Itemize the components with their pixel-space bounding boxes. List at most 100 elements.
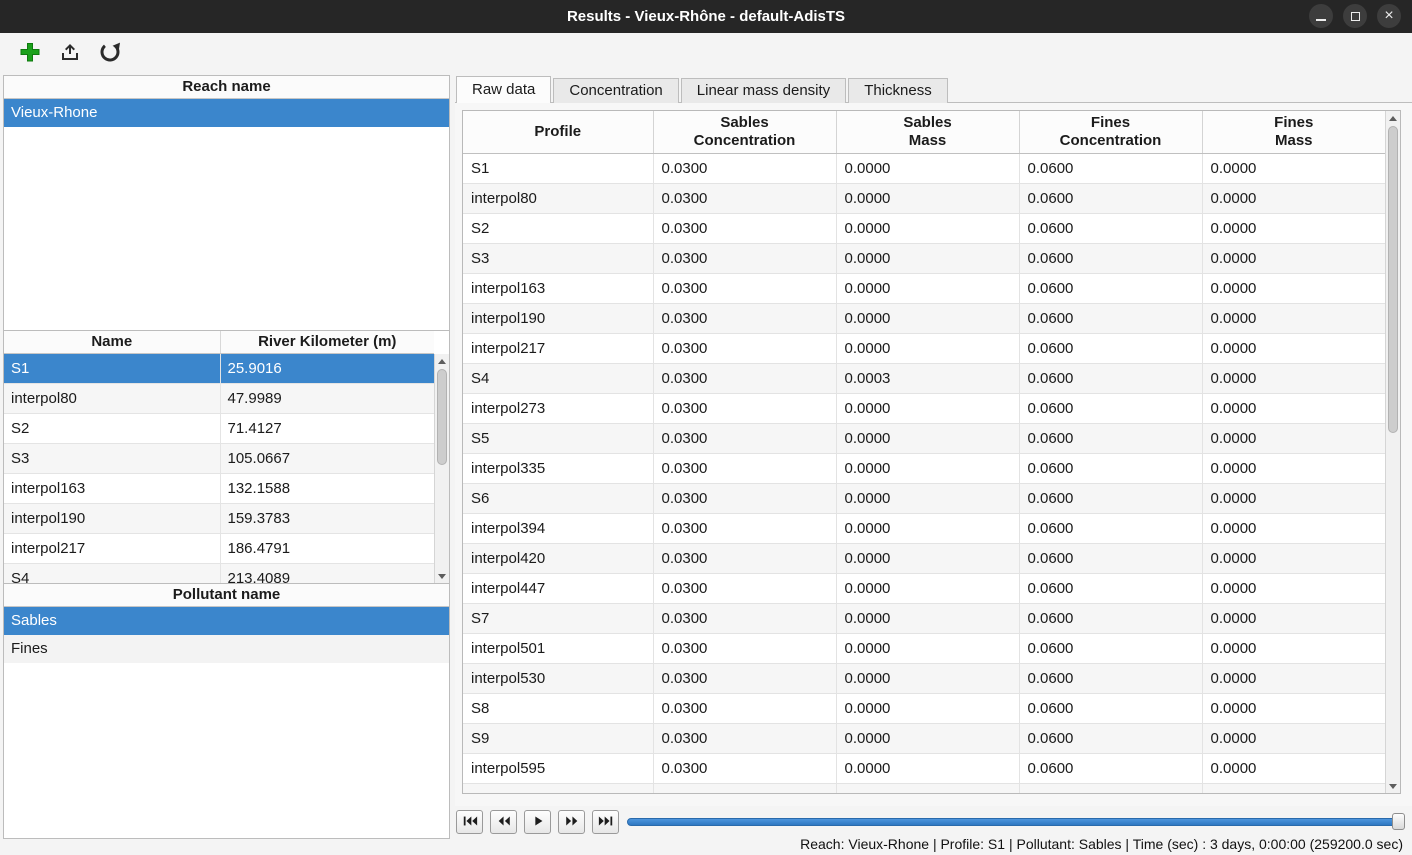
skip-to-start-button[interactable] — [456, 810, 483, 834]
data-cell[interactable]: interpol530 — [463, 663, 653, 693]
data-cell[interactable]: 0.0000 — [836, 603, 1019, 633]
data-cell[interactable]: 0.0600 — [1019, 303, 1202, 333]
pollutant-item[interactable]: Sables — [4, 607, 449, 635]
header-sables-mass[interactable]: SablesMass — [836, 111, 1019, 153]
time-slider[interactable] — [627, 813, 1405, 830]
data-row[interactable]: S20.03000.00000.06000.0000 — [463, 213, 1385, 243]
scrollbar-thumb[interactable] — [437, 369, 447, 465]
data-cell[interactable]: S1 — [463, 153, 653, 183]
data-row[interactable]: S40.03000.00030.06000.0000 — [463, 363, 1385, 393]
data-cell[interactable]: 0.0000 — [836, 663, 1019, 693]
data-cell[interactable]: S8 — [463, 693, 653, 723]
profile-row[interactable]: S4213.4089 — [4, 563, 434, 584]
maximize-button[interactable] — [1343, 4, 1367, 28]
data-cell[interactable]: 0.0000 — [836, 183, 1019, 213]
data-cell[interactable]: interpol420 — [463, 543, 653, 573]
data-cell[interactable]: 0.0300 — [653, 603, 836, 633]
data-cell[interactable]: 0.0000 — [1202, 423, 1385, 453]
data-cell[interactable]: 0.0000 — [836, 513, 1019, 543]
data-cell[interactable]: 0.0000 — [836, 333, 1019, 363]
data-cell[interactable]: 0.0300 — [653, 333, 836, 363]
profile-cell[interactable]: S3 — [4, 443, 220, 473]
data-cell[interactable]: 0.0000 — [1202, 573, 1385, 603]
profile-cell[interactable]: 25.9016 — [220, 353, 434, 383]
data-cell[interactable]: 0.0600 — [1019, 393, 1202, 423]
data-cell[interactable]: 0.0600 — [1019, 723, 1202, 753]
data-cell[interactable]: interpol595 — [463, 753, 653, 783]
data-row[interactable]: interpol2730.03000.00000.06000.0000 — [463, 393, 1385, 423]
close-button[interactable]: × — [1377, 4, 1401, 28]
data-cell[interactable]: 0.0000 — [836, 573, 1019, 603]
data-cell[interactable]: 0.0000 — [836, 693, 1019, 723]
data-cell[interactable]: 0.0300 — [653, 483, 836, 513]
data-row[interactable]: S90.03000.00000.06000.0000 — [463, 723, 1385, 753]
add-button[interactable] — [16, 40, 44, 68]
fast-forward-button[interactable] — [558, 810, 585, 834]
data-cell[interactable]: 0.0600 — [1019, 423, 1202, 453]
data-cell[interactable]: interpol335 — [463, 453, 653, 483]
minimize-button[interactable] — [1309, 4, 1333, 28]
data-row[interactable]: interpol1900.03000.00000.06000.0000 — [463, 303, 1385, 333]
data-cell[interactable]: interpol394 — [463, 513, 653, 543]
data-cell[interactable]: 0.0300 — [653, 783, 836, 794]
data-cell[interactable]: 0.0300 — [653, 183, 836, 213]
data-cell[interactable]: 0.0300 — [653, 273, 836, 303]
profile-cell[interactable]: interpol217 — [4, 533, 220, 563]
data-cell[interactable]: 0.0600 — [1019, 243, 1202, 273]
scroll-down-icon[interactable] — [435, 569, 449, 583]
data-cell[interactable]: 0.0600 — [1019, 483, 1202, 513]
data-cell[interactable]: 0.0600 — [1019, 573, 1202, 603]
profile-cell[interactable]: 159.3783 — [220, 503, 434, 533]
profile-cell[interactable]: 213.4089 — [220, 563, 434, 584]
data-cell[interactable]: 0.0000 — [1202, 663, 1385, 693]
data-cell[interactable]: 0.0000 — [1202, 453, 1385, 483]
data-cell[interactable]: 0.0000 — [1202, 333, 1385, 363]
tab-linear-mass-density[interactable]: Linear mass density — [681, 78, 846, 103]
data-row[interactable]: S60.03000.00000.06000.0000 — [463, 483, 1385, 513]
data-cell[interactable]: 0.0000 — [836, 783, 1019, 794]
profile-cell[interactable]: S2 — [4, 413, 220, 443]
data-cell[interactable]: 0.0000 — [1202, 723, 1385, 753]
data-cell[interactable]: 0.0000 — [836, 213, 1019, 243]
data-cell[interactable]: 0.0000 — [836, 753, 1019, 783]
data-cell[interactable]: S3 — [463, 243, 653, 273]
data-cell[interactable]: 0.0600 — [1019, 333, 1202, 363]
data-cell[interactable]: 0.0000 — [1202, 693, 1385, 723]
data-cell[interactable]: 0.0000 — [1202, 783, 1385, 794]
data-cell[interactable]: 0.0000 — [1202, 153, 1385, 183]
data-cell[interactable]: S2 — [463, 213, 653, 243]
data-cell[interactable]: interpol273 — [463, 393, 653, 423]
data-cell[interactable]: 0.0000 — [836, 393, 1019, 423]
time-slider-track[interactable] — [627, 818, 1405, 826]
profile-cell[interactable]: interpol190 — [4, 503, 220, 533]
data-cell[interactable]: 0.0000 — [1202, 633, 1385, 663]
data-cell[interactable]: 0.0300 — [653, 393, 836, 423]
reach-item[interactable]: Vieux-Rhone — [4, 99, 449, 127]
profile-cell[interactable]: interpol163 — [4, 473, 220, 503]
data-cell[interactable]: 0.0300 — [653, 453, 836, 483]
data-cell[interactable]: 0.0000 — [1202, 393, 1385, 423]
time-slider-handle[interactable] — [1392, 813, 1405, 830]
data-cell[interactable]: 0.0300 — [653, 513, 836, 543]
data-cell[interactable]: 0.0300 — [653, 363, 836, 393]
data-cell[interactable]: 0.0000 — [1202, 543, 1385, 573]
data-cell[interactable]: 0.0000 — [1202, 753, 1385, 783]
data-row[interactable]: interpol2170.03000.00000.06000.0000 — [463, 333, 1385, 363]
data-cell[interactable]: 0.0000 — [836, 243, 1019, 273]
profile-row[interactable]: S125.9016 — [4, 353, 434, 383]
data-cell[interactable]: interpol163 — [463, 273, 653, 303]
data-cell[interactable]: 0.0600 — [1019, 663, 1202, 693]
data-cell[interactable]: interpol447 — [463, 573, 653, 603]
export-button[interactable] — [56, 40, 84, 68]
data-cell[interactable]: interpol501 — [463, 633, 653, 663]
profile-cell[interactable]: 105.0667 — [220, 443, 434, 473]
data-cell[interactable]: 0.0000 — [1202, 603, 1385, 633]
data-cell[interactable]: 0.0000 — [836, 483, 1019, 513]
data-cell[interactable]: interpol217 — [463, 333, 653, 363]
profiles-scrollbar[interactable] — [434, 354, 449, 583]
profiles-header-river-km[interactable]: River Kilometer (m) — [220, 331, 434, 353]
data-cell[interactable]: 0.0300 — [653, 423, 836, 453]
data-cell[interactable]: 0.0600 — [1019, 183, 1202, 213]
data-cell[interactable]: S5 — [463, 423, 653, 453]
header-profile[interactable]: Profile — [463, 111, 653, 153]
